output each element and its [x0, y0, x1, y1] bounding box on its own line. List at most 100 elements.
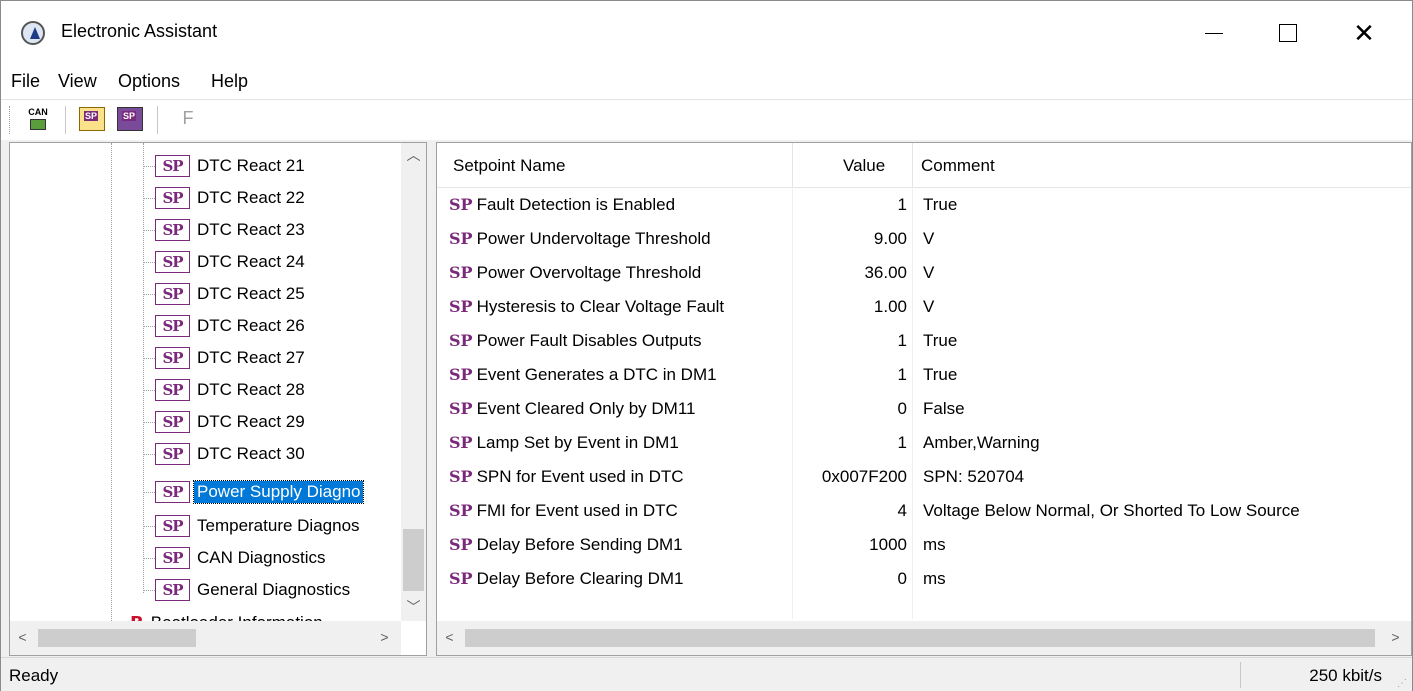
- setpoint-comment: SPN: 520704: [923, 467, 1025, 486]
- setpoint-icon: SP: [449, 229, 473, 248]
- tree-item[interactable]: SP DTC React 25: [143, 279, 308, 309]
- scroll-left-icon[interactable]: <: [437, 625, 462, 650]
- setpoint-icon: SP: [449, 433, 473, 452]
- scroll-right-icon[interactable]: >: [1383, 625, 1408, 650]
- tree-vertical-scroll-thumb[interactable]: [403, 529, 424, 591]
- menu-help[interactable]: Help: [211, 71, 248, 92]
- setpoint-value: 1: [897, 365, 907, 384]
- column-header-name[interactable]: Setpoint Name: [453, 143, 565, 187]
- menu-options[interactable]: Options: [118, 71, 180, 92]
- setpoint-comment: True: [923, 365, 958, 384]
- tree-item[interactable]: SP DTC React 30: [143, 439, 308, 469]
- setpoint-name: Power Fault Disables Outputs: [476, 331, 702, 350]
- open-setpoint-file-button[interactable]: SP: [79, 107, 105, 131]
- setpoint-icon: SP: [449, 501, 473, 520]
- list-row[interactable]: SP Event Cleared Only by DM11 0 False: [437, 391, 1411, 425]
- tree-item[interactable]: SP DTC React 29: [143, 407, 308, 437]
- list-row[interactable]: SP Lamp Set by Event in DM1 1 Amber,Warning: [437, 425, 1411, 459]
- tree-item[interactable]: SP DTC React 27: [143, 343, 308, 373]
- tree-item-label: Temperature Diagnos: [197, 516, 360, 535]
- setpoint-comment: Voltage Below Normal, Or Shorted To Low …: [923, 501, 1300, 520]
- toolbar: CAN SP SP F: [1, 99, 1412, 140]
- setpoint-name: Fault Detection is Enabled: [476, 195, 676, 214]
- setpoint-icon: SP: [155, 443, 190, 465]
- setpoint-icon: SP: [449, 569, 473, 588]
- setpoint-value: 1: [897, 195, 907, 214]
- open-folder-icon: SP: [84, 111, 99, 121]
- setpoint-comment: V: [923, 297, 935, 316]
- tree-horizontal-scrollbar[interactable]: < >: [10, 621, 401, 655]
- setpoint-comment: Amber,Warning: [923, 433, 1040, 452]
- tree-item-label: General Diagnostics: [197, 580, 351, 599]
- list-row[interactable]: SP Fault Detection is Enabled 1 True: [437, 187, 1411, 221]
- tree-item[interactable]: SP DTC React 23: [143, 215, 308, 245]
- menu-view[interactable]: View: [58, 71, 97, 92]
- tree-item[interactable]: SP General Diagnostics: [143, 575, 353, 605]
- resize-grip-icon[interactable]: ⋰: [1397, 678, 1408, 689]
- setpoint-value: 36.00: [864, 263, 907, 282]
- list-row[interactable]: SP Delay Before Clearing DM1 0 ms: [437, 561, 1411, 595]
- setpoint-icon: SP: [155, 155, 190, 177]
- setpoint-icon: SP: [449, 263, 473, 282]
- maximize-button[interactable]: [1260, 7, 1316, 59]
- list-row[interactable]: SP Power Overvoltage Threshold 36.00 V: [437, 255, 1411, 289]
- tree-item[interactable]: SP DTC React 21: [143, 151, 308, 181]
- column-divider[interactable]: [792, 143, 793, 187]
- column-header-comment[interactable]: Comment: [921, 143, 995, 187]
- tree-item-label: DTC React 28: [197, 380, 305, 399]
- list-row[interactable]: SP Power Fault Disables Outputs 1 True: [437, 323, 1411, 357]
- list-row[interactable]: SP Delay Before Sending DM1 1000 ms: [437, 527, 1411, 561]
- tree-item-label: DTC React 21: [197, 156, 305, 175]
- tree-item[interactable]: SP DTC React 24: [143, 247, 308, 277]
- tree-horizontal-scroll-thumb[interactable]: [38, 629, 196, 647]
- setpoint-icon: SP: [449, 399, 473, 418]
- menu-bar: File View Options Help: [1, 65, 1412, 99]
- setpoint-name: Power Overvoltage Threshold: [476, 263, 702, 282]
- close-icon: ✕: [1353, 18, 1375, 48]
- setpoint-icon: SP: [155, 379, 190, 401]
- minimize-button[interactable]: [1186, 7, 1242, 59]
- can-connect-button[interactable]: CAN: [25, 107, 51, 131]
- setpoint-comment: V: [923, 229, 935, 248]
- tree-view[interactable]: SP DTC React 21 SP DTC React 22 SP DTC Reac…: [9, 142, 427, 656]
- list-row[interactable]: SP Event Generates a DTC in DM1 1 True: [437, 357, 1411, 391]
- tree-item[interactable]: SP CAN Diagnostics: [143, 543, 329, 573]
- scroll-up-icon[interactable]: ︿: [401, 143, 426, 168]
- app-icon[interactable]: [21, 21, 45, 45]
- setpoint-name: FMI for Event used in DTC: [476, 501, 678, 520]
- setpoint-name: Hysteresis to Clear Voltage Fault: [476, 297, 725, 316]
- tree-item[interactable]: SP DTC React 22: [143, 183, 308, 213]
- list-horizontal-scrollbar[interactable]: < >: [437, 621, 1411, 655]
- tree-item-label: DTC React 30: [197, 444, 305, 463]
- list-row[interactable]: SP FMI for Event used in DTC 4 Voltage Belo…: [437, 493, 1411, 527]
- scroll-left-icon[interactable]: <: [10, 625, 35, 650]
- flash-button[interactable]: F: [181, 108, 195, 132]
- setpoint-icon: SP: [155, 251, 190, 273]
- setpoint-list[interactable]: Setpoint Name Value Comment SP Fault Dete…: [436, 142, 1412, 656]
- tree-item-label: Power Supply Diagno: [192, 480, 365, 504]
- tree-item[interactable]: SP Temperature Diagnos: [143, 511, 363, 541]
- scroll-right-icon[interactable]: >: [372, 625, 397, 650]
- window-title: Electronic Assistant: [61, 21, 218, 41]
- tree-item[interactable]: SP DTC React 28: [143, 375, 308, 405]
- title-bar[interactable]: Electronic Assistant ✕: [1, 1, 1412, 65]
- menu-file[interactable]: File: [11, 71, 40, 92]
- tree-vertical-scrollbar[interactable]: ︿ ﹀: [401, 143, 426, 621]
- status-divider: [1240, 662, 1241, 688]
- list-row[interactable]: SP Power Undervoltage Threshold 9.00 V: [437, 221, 1411, 255]
- list-horizontal-scroll-thumb[interactable]: [465, 629, 1375, 647]
- toolbar-grip[interactable]: [9, 106, 13, 134]
- setpoint-icon: SP: [155, 315, 190, 337]
- list-row[interactable]: SP SPN for Event used in DTC 0x007F200 SPN:…: [437, 459, 1411, 493]
- tree-item[interactable]: SP DTC React 26: [143, 311, 308, 341]
- setpoint-icon: SP: [449, 467, 473, 486]
- tree-item-selected[interactable]: SP Power Supply Diagno: [143, 477, 365, 507]
- save-setpoint-file-button[interactable]: SP: [117, 107, 143, 131]
- column-header-value[interactable]: Value: [843, 143, 885, 187]
- close-button[interactable]: ✕: [1336, 7, 1392, 59]
- tree-item-label: DTC React 22: [197, 188, 305, 207]
- column-divider[interactable]: [912, 143, 913, 187]
- list-row[interactable]: SP Hysteresis to Clear Voltage Fault 1.00 V: [437, 289, 1411, 323]
- scroll-down-icon[interactable]: ﹀: [401, 595, 426, 620]
- app-window: Electronic Assistant ✕ File View Options…: [0, 0, 1413, 691]
